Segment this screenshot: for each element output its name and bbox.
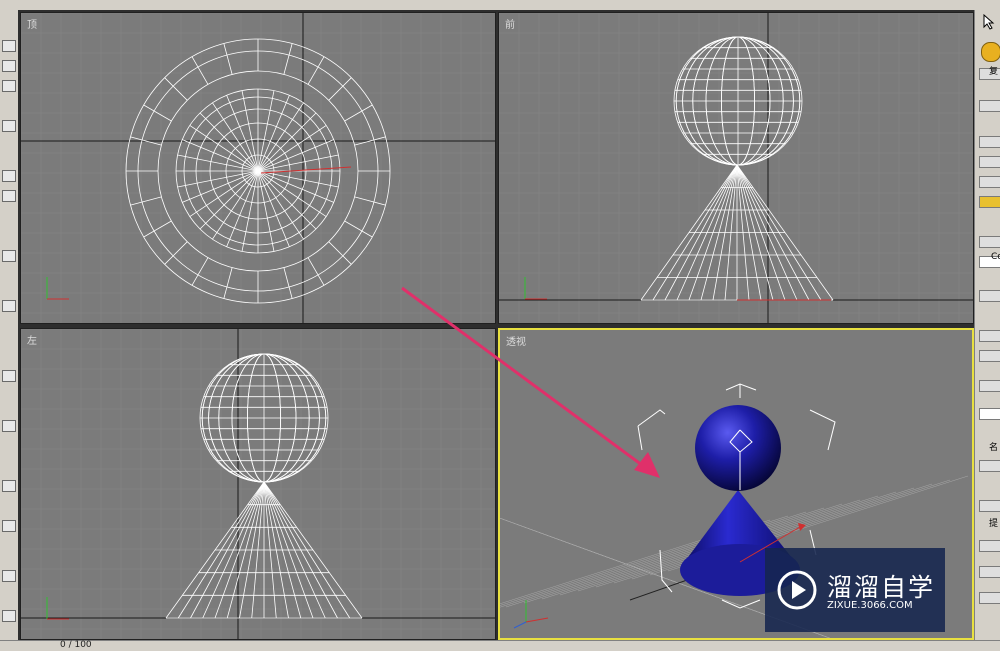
watermark-title: 溜溜自学 <box>827 573 936 602</box>
watermark-url: ZIXUE.3066.COM <box>827 600 913 611</box>
panel-rollout-7[interactable] <box>979 380 1000 392</box>
scale-tool-button[interactable] <box>2 120 16 132</box>
render-setup-button[interactable] <box>2 480 16 492</box>
rotate-tool-button[interactable] <box>2 80 16 92</box>
viewport-top[interactable]: 顶 <box>20 12 496 324</box>
mirror-tool-button[interactable] <box>2 250 16 262</box>
panel-label-hint: 提 <box>989 519 999 529</box>
panel-rollout-4[interactable] <box>979 176 1000 188</box>
viewport-left[interactable]: 左 <box>20 328 496 640</box>
viewport-perspective-label[interactable]: 透视 <box>506 333 526 348</box>
align-tool-button[interactable] <box>2 300 16 312</box>
viewport-area: 顶 前 左 透视 <box>18 10 974 640</box>
panel-tab-1-label: 复 <box>989 67 999 77</box>
create-panel-icon[interactable] <box>981 42 1000 62</box>
panel-field-1-text: Co <box>991 252 1000 262</box>
panel-field-2[interactable] <box>979 408 1000 420</box>
link-tool-button[interactable] <box>2 170 16 182</box>
snap-tool-button[interactable] <box>2 370 16 382</box>
move-tool-button[interactable] <box>2 60 16 72</box>
panel-radio-4[interactable] <box>979 566 1000 578</box>
panel-rollout-8[interactable] <box>979 500 1000 512</box>
command-panel: 复 Co 名 提 <box>974 10 1000 640</box>
front-view-wireframe <box>499 13 973 323</box>
unlink-tool-button[interactable] <box>2 190 16 202</box>
angle-snap-button[interactable] <box>2 420 16 432</box>
panel-radio-3[interactable] <box>979 540 1000 552</box>
panel-name-field[interactable] <box>979 460 1000 472</box>
render-button[interactable] <box>2 520 16 532</box>
viewport-front-label[interactable]: 前 <box>505 16 515 31</box>
panel-radio-2[interactable] <box>979 350 1000 362</box>
left-view-wireframe <box>21 329 495 639</box>
select-cursor-icon[interactable] <box>981 13 997 30</box>
axis-tripod-icon <box>513 600 549 629</box>
panel-rollout-1[interactable] <box>979 100 1000 112</box>
main-toolbar <box>0 10 19 640</box>
sphere-object[interactable] <box>695 405 781 491</box>
panel-radio-1[interactable] <box>979 330 1000 342</box>
material-editor-button[interactable] <box>2 570 16 582</box>
panel-rollout-active[interactable] <box>979 196 1000 208</box>
time-slider[interactable]: 0 / 100 <box>0 640 1000 651</box>
panel-rollout-5[interactable] <box>979 236 1000 248</box>
panel-rollout-2[interactable] <box>979 136 1000 148</box>
viewport-front[interactable]: 前 <box>498 12 974 324</box>
viewport-top-label[interactable]: 顶 <box>27 16 37 31</box>
viewport-left-label[interactable]: 左 <box>27 332 37 347</box>
panel-radio-5[interactable] <box>979 592 1000 604</box>
panel-label-name: 名 <box>989 443 999 453</box>
top-view-wireframe <box>21 13 495 323</box>
logo-play-icon <box>777 570 817 610</box>
axis-tripod-icon <box>524 277 547 300</box>
select-tool-button[interactable] <box>2 40 16 52</box>
watermark: 溜溜自学 ZIXUE.3066.COM <box>765 548 945 632</box>
frame-counter: 0 / 100 <box>60 640 92 650</box>
panel-rollout-3[interactable] <box>979 156 1000 168</box>
axis-tripod-icon <box>46 277 69 300</box>
panel-rollout-6[interactable] <box>979 290 1000 302</box>
curve-editor-button[interactable] <box>2 610 16 622</box>
axis-tripod-icon <box>46 597 69 620</box>
